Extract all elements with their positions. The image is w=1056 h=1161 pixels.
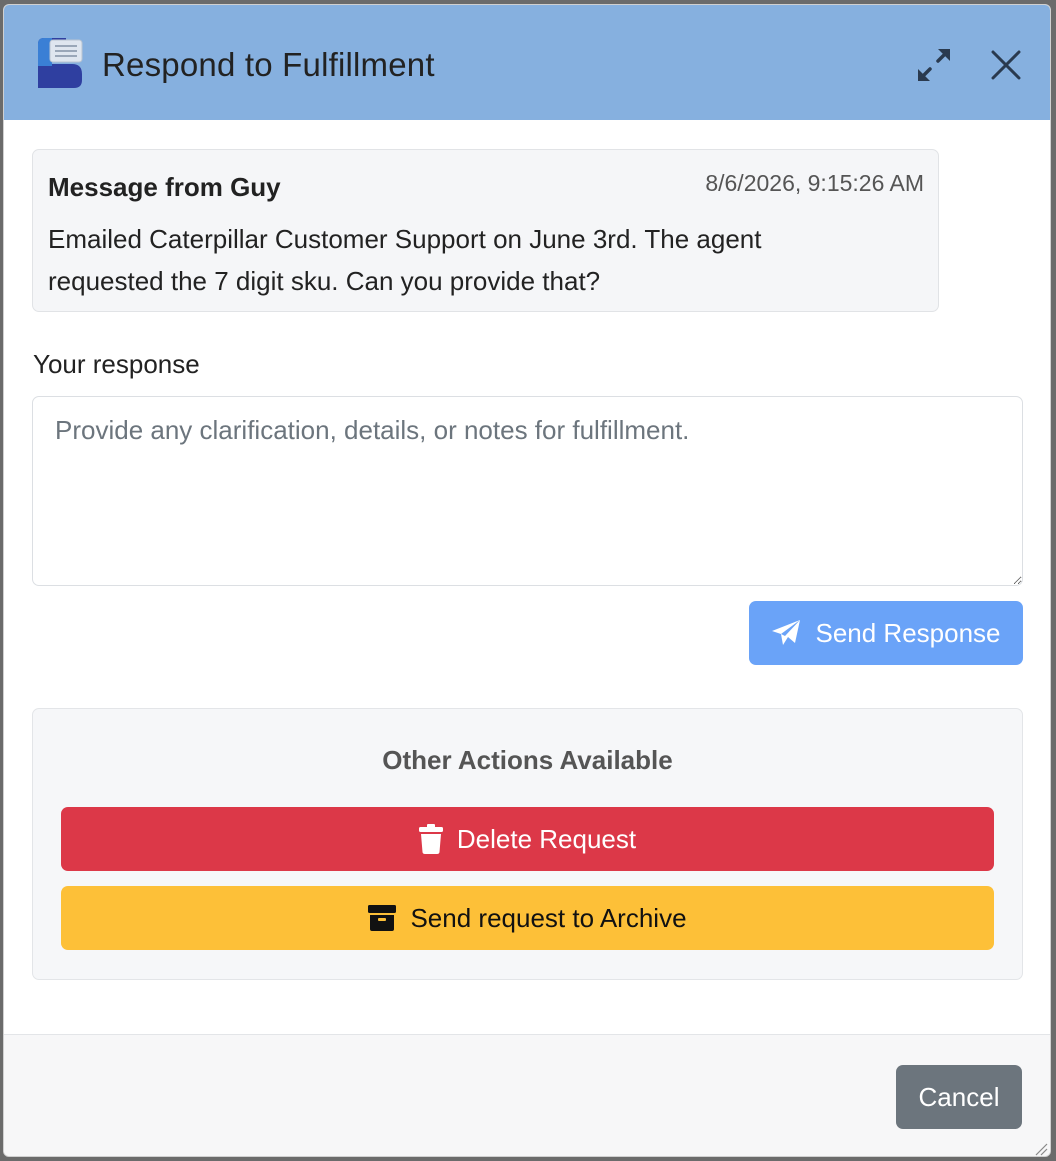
- message-timestamp: 8/6/2026, 9:15:26 AM: [705, 170, 924, 196]
- resize-grip-icon[interactable]: [1034, 1142, 1048, 1156]
- dialog-titlebar: Respond to Fulfillment: [4, 5, 1050, 120]
- close-button[interactable]: [986, 45, 1026, 85]
- message-card: Message from Guy 8/6/2026, 9:15:26 AM Em…: [32, 149, 939, 312]
- delete-request-button[interactable]: Delete Request: [61, 807, 994, 871]
- response-label: Your response: [33, 349, 200, 379]
- cancel-button[interactable]: Cancel: [896, 1065, 1022, 1129]
- archive-box-icon: [368, 905, 397, 931]
- message-body: Emailed Caterpillar Customer Support on …: [48, 224, 762, 296]
- response-textarea[interactable]: [32, 396, 1023, 586]
- message-sender: Message from Guy: [48, 172, 281, 202]
- archive-request-label: Send request to Archive: [410, 902, 687, 933]
- other-actions-title: Other Actions Available: [382, 745, 673, 775]
- send-response-button[interactable]: Send Response: [749, 601, 1023, 665]
- archive-request-button[interactable]: Send request to Archive: [61, 886, 994, 950]
- expand-button[interactable]: [914, 45, 954, 85]
- app-logo-icon: [38, 38, 83, 88]
- paper-plane-icon: [772, 620, 801, 645]
- send-response-label: Send Response: [815, 617, 1001, 648]
- dialog-title: Respond to Fulfillment: [102, 46, 435, 83]
- other-actions-panel: Other Actions Available Delete Request S…: [32, 708, 1023, 980]
- delete-request-label: Delete Request: [456, 823, 637, 854]
- respond-dialog: Respond to Fulfillment Message from Guy: [3, 4, 1051, 1157]
- trash-icon: [418, 824, 443, 854]
- expand-icon: [918, 49, 950, 81]
- close-icon: [991, 50, 1021, 80]
- dialog-footer: Cancel: [4, 1034, 1050, 1156]
